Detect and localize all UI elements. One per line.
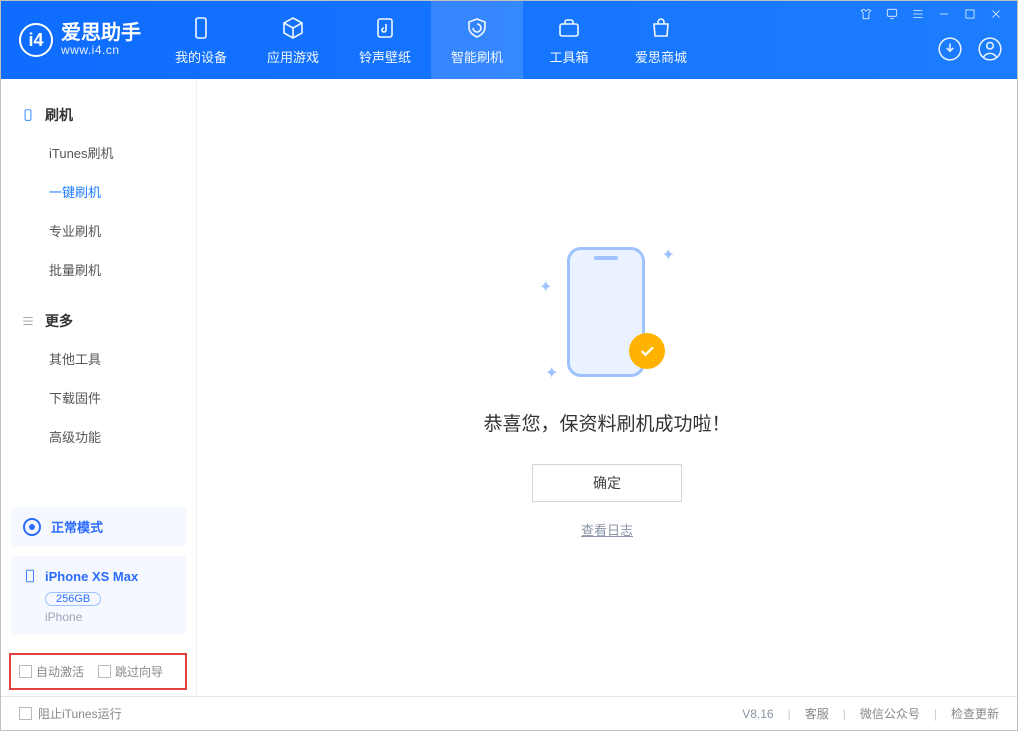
device-mode-card[interactable]: 正常模式 bbox=[11, 507, 186, 546]
success-message: 恭喜您，保资料刷机成功啦！ bbox=[483, 409, 730, 436]
opt-auto-activate[interactable]: 自动激活 bbox=[19, 663, 84, 680]
download-icon[interactable] bbox=[937, 36, 963, 67]
group-label: 更多 bbox=[45, 311, 73, 331]
sidebar-item-download-firmware[interactable]: 下载固件 bbox=[1, 378, 196, 417]
version-label: V8.16 bbox=[742, 707, 773, 721]
sidebar-item-advanced[interactable]: 高级功能 bbox=[1, 417, 196, 456]
nav-smart-flash[interactable]: 智能刷机 bbox=[431, 1, 523, 79]
nav-store[interactable]: 爱思商城 bbox=[615, 1, 707, 79]
main-content: ✦ ✦ ✦ 恭喜您，保资料刷机成功啦！ 确定 查看日志 bbox=[197, 79, 1017, 696]
sidebar-bottom: 正常模式 iPhone XS Max 256GB iPhone bbox=[11, 507, 186, 644]
device-type: iPhone bbox=[45, 610, 174, 624]
nav-label: 爱思商城 bbox=[635, 47, 687, 66]
group-label: 刷机 bbox=[45, 105, 73, 125]
nav-apps-games[interactable]: 应用游戏 bbox=[247, 1, 339, 79]
list-icon bbox=[21, 314, 35, 328]
nav-label: 工具箱 bbox=[549, 47, 588, 66]
window-controls bbox=[859, 7, 1003, 26]
sparkle-icon: ✦ bbox=[539, 277, 552, 297]
sidebar-group-flash: 刷机 bbox=[1, 97, 196, 133]
device-icon bbox=[188, 15, 214, 41]
refresh-shield-icon bbox=[464, 15, 490, 41]
header-round-buttons bbox=[937, 36, 1003, 67]
footer-link-wechat[interactable]: 微信公众号 bbox=[860, 705, 920, 722]
logo-icon: i4 bbox=[19, 23, 53, 57]
footer: 阻止iTunes运行 V8.16 | 客服 | 微信公众号 | 检查更新 bbox=[1, 696, 1017, 730]
sidebar-group-more: 更多 bbox=[1, 303, 196, 339]
checkbox-icon bbox=[98, 665, 111, 678]
sidebar-item-oneclick-flash[interactable]: 一键刷机 bbox=[1, 172, 196, 211]
footer-right: V8.16 | 客服 | 微信公众号 | 检查更新 bbox=[742, 705, 999, 722]
nav-ringtones-wallpapers[interactable]: 铃声壁纸 bbox=[339, 1, 431, 79]
maximize-icon[interactable] bbox=[963, 7, 977, 26]
nav-label: 我的设备 bbox=[175, 47, 227, 66]
sidebar-item-batch-flash[interactable]: 批量刷机 bbox=[1, 250, 196, 289]
footer-link-update[interactable]: 检查更新 bbox=[951, 705, 999, 722]
sparkle-icon: ✦ bbox=[545, 363, 558, 383]
cube-icon bbox=[280, 15, 306, 41]
toolbox-icon bbox=[556, 15, 582, 41]
main-nav: 我的设备 应用游戏 铃声壁纸 智能刷机 工具箱 爱思商城 bbox=[155, 1, 707, 79]
mode-label: 正常模式 bbox=[51, 517, 103, 536]
ok-button[interactable]: 确定 bbox=[532, 464, 682, 502]
opt-skip-guide[interactable]: 跳过向导 bbox=[98, 663, 163, 680]
nav-label: 铃声壁纸 bbox=[359, 47, 411, 66]
shirt-icon[interactable] bbox=[859, 7, 873, 26]
checkbox-icon bbox=[19, 707, 32, 720]
sidebar-item-other-tools[interactable]: 其他工具 bbox=[1, 339, 196, 378]
nav-label: 应用游戏 bbox=[267, 47, 319, 66]
block-itunes-checkbox[interactable]: 阻止iTunes运行 bbox=[19, 705, 122, 722]
nav-my-device[interactable]: 我的设备 bbox=[155, 1, 247, 79]
nav-label: 智能刷机 bbox=[451, 47, 503, 66]
sidebar: 刷机 iTunes刷机 一键刷机 专业刷机 批量刷机 更多 其他工具 下载固件 … bbox=[1, 79, 197, 696]
app-logo: i4 爱思助手 www.i4.cn bbox=[1, 23, 155, 57]
menu-icon[interactable] bbox=[911, 7, 925, 26]
app-url: www.i4.cn bbox=[61, 43, 141, 57]
view-log-link[interactable]: 查看日志 bbox=[581, 520, 633, 539]
header-right bbox=[859, 1, 1003, 79]
device-card[interactable]: iPhone XS Max 256GB iPhone bbox=[11, 556, 186, 634]
app-name: 爱思助手 bbox=[61, 23, 141, 43]
footer-link-service[interactable]: 客服 bbox=[805, 705, 829, 722]
device-small-icon bbox=[21, 108, 35, 122]
device-capacity: 256GB bbox=[45, 592, 101, 606]
device-name-row: iPhone XS Max bbox=[23, 566, 174, 586]
sparkle-icon: ✦ bbox=[662, 245, 675, 265]
feedback-icon[interactable] bbox=[885, 7, 899, 26]
sidebar-item-pro-flash[interactable]: 专业刷机 bbox=[1, 211, 196, 250]
bag-icon bbox=[648, 15, 674, 41]
check-badge-icon bbox=[629, 333, 665, 369]
device-name: iPhone XS Max bbox=[45, 569, 138, 584]
user-icon[interactable] bbox=[977, 36, 1003, 67]
footer-left: 阻止iTunes运行 bbox=[19, 705, 122, 722]
mode-dot-icon bbox=[23, 518, 41, 536]
app-header: i4 爱思助手 www.i4.cn 我的设备 应用游戏 铃声壁纸 智能刷机 工具… bbox=[1, 1, 1017, 79]
close-icon[interactable] bbox=[989, 7, 1003, 26]
minimize-icon[interactable] bbox=[937, 7, 951, 26]
phone-icon bbox=[23, 566, 37, 586]
success-illustration: ✦ ✦ ✦ bbox=[537, 237, 677, 387]
nav-toolbox[interactable]: 工具箱 bbox=[523, 1, 615, 79]
music-file-icon bbox=[372, 15, 398, 41]
flash-options-highlighted: 自动激活 跳过向导 bbox=[9, 653, 187, 690]
sidebar-item-itunes-flash[interactable]: iTunes刷机 bbox=[1, 133, 196, 172]
checkbox-icon bbox=[19, 665, 32, 678]
